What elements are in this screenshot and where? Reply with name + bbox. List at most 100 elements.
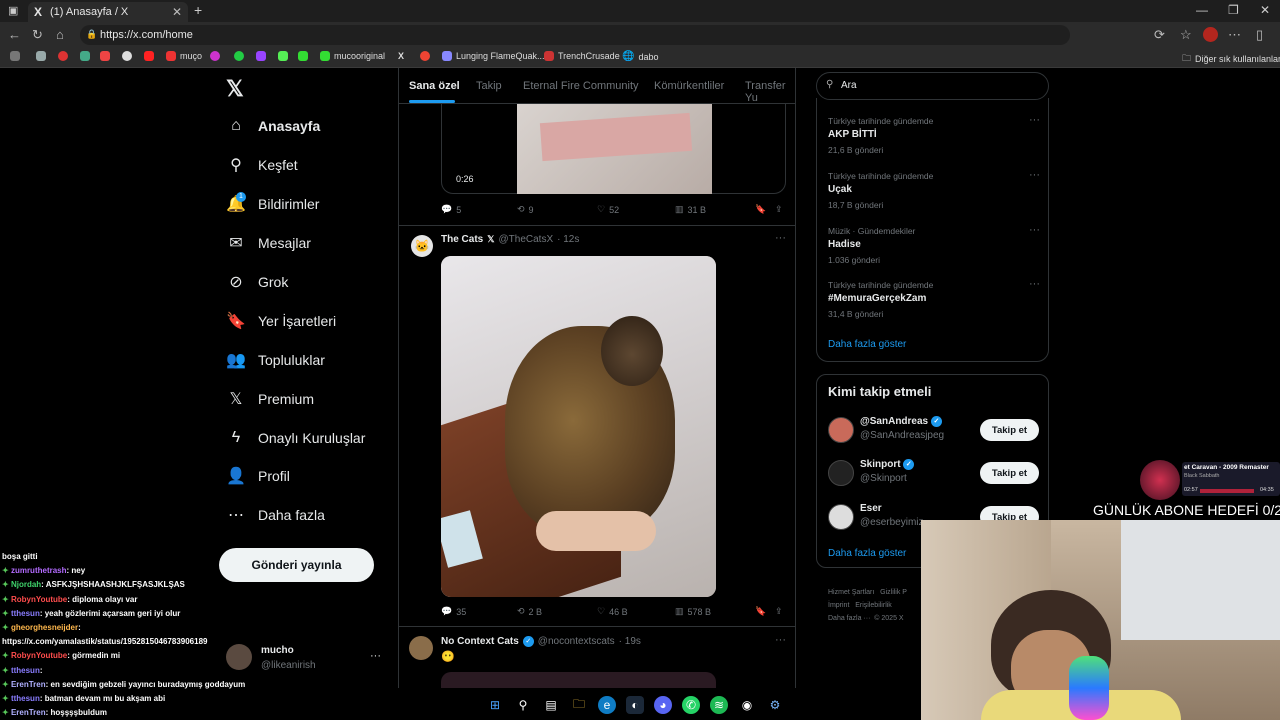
tab-komurkentliler[interactable]: Kömürkentliler [654, 80, 724, 92]
minimize-icon[interactable]: — [1196, 3, 1208, 17]
extensions-icon[interactable]: ⟳ [1154, 27, 1165, 43]
bookmark-icon-3[interactable] [58, 51, 68, 61]
post1-handle[interactable]: @TheCatsX [499, 234, 554, 245]
suggestion-avatar[interactable] [828, 460, 854, 486]
trends-show-more[interactable]: Daha fazla göster [828, 339, 906, 350]
post2-author[interactable]: No Context Cats [441, 636, 519, 647]
edge-icon[interactable]: e [598, 696, 616, 714]
start-icon[interactable]: ⊞ [486, 696, 504, 714]
bookmark-icon-9[interactable] [234, 51, 244, 61]
bookmark-icon-13[interactable] [420, 51, 430, 61]
post2-more-icon[interactable]: ··· [775, 634, 786, 646]
refresh-icon[interactable]: ↻ [32, 27, 43, 43]
sidebar-item-8[interactable]: ϟ Onaylı Kuruluşlar [226, 428, 366, 448]
trend-more-icon[interactable]: ··· [1029, 278, 1040, 290]
sidebar-toggle-icon[interactable]: ▯ [1256, 27, 1263, 43]
profile-avatar-icon[interactable] [1203, 27, 1218, 42]
discord-icon[interactable]: ◕ [654, 696, 672, 714]
whatsapp-icon[interactable]: ✆ [682, 696, 700, 714]
trend-more-icon[interactable]: ··· [1029, 224, 1040, 236]
sidebar-item-4[interactable]: ⊘ Grok [226, 272, 288, 292]
trend-item[interactable]: Türkiye tarihinde gündemde Uçak 18,7 B gön… [828, 169, 1040, 210]
steam-icon[interactable]: ◐ [626, 696, 644, 714]
post-button[interactable]: Gönderi yayınla [219, 548, 374, 582]
sidebar-item-0[interactable]: ⌂ Anasayfa [226, 116, 320, 136]
task-view-icon[interactable]: ▤ [542, 696, 560, 714]
account-avatar[interactable] [226, 644, 252, 670]
reply-count[interactable]: 💬 5 [441, 204, 461, 215]
bookmark-trenchcrusade[interactable]: TrenchCrusade [544, 51, 620, 61]
taskbar-search-icon[interactable]: ⚲ [514, 696, 532, 714]
follow-suggestion[interactable]: Skinport ✓ @Skinport Takip et [828, 458, 1040, 488]
view-count[interactable]: ▥ 31 B [675, 204, 706, 215]
bookmark-icon-5[interactable] [100, 51, 110, 61]
bookmark-lunging[interactable]: Lunging FlameQuak... [442, 51, 545, 61]
favorites-icon[interactable]: ☆ [1180, 27, 1192, 43]
post1-like[interactable]: ♡ 46 B [597, 606, 628, 617]
bookmark-icon-2[interactable] [36, 51, 46, 61]
url-bar[interactable]: 🔒 https://x.com/home [80, 25, 1070, 45]
file-explorer-icon[interactable]: 🗀 [570, 696, 588, 714]
tab-for-you[interactable]: Sana özel [409, 80, 460, 92]
new-tab-icon[interactable]: + [194, 2, 202, 18]
bookmark-post-icon[interactable]: 🔖 [755, 204, 766, 215]
sidebar-item-7[interactable]: 𝕏 Premium [226, 389, 314, 409]
suggestion-avatar[interactable] [828, 417, 854, 443]
the-cats-avatar[interactable]: 🐱 [411, 235, 433, 257]
maximize-icon[interactable]: ❐ [1228, 3, 1239, 17]
sidebar-item-1[interactable]: ⚲ Keşfet [226, 155, 298, 175]
tab-following[interactable]: Takip [476, 80, 502, 92]
tab-eternal-fire[interactable]: Eternal Fire Community [523, 80, 639, 92]
like-count[interactable]: ♡ 52 [597, 204, 619, 215]
tab-actions-icon[interactable]: ▣ [8, 4, 18, 17]
spotify-icon[interactable]: ≋ [710, 696, 728, 714]
share-icon[interactable]: ⇪ [775, 204, 783, 215]
nocontextcats-avatar[interactable] [409, 636, 433, 660]
search-input[interactable]: ⚲ Ara [816, 72, 1049, 100]
post1-share-icon[interactable]: ⇪ [775, 606, 783, 617]
footer-accessibility[interactable]: Erişilebilirlik [855, 602, 892, 609]
post1-views[interactable]: ▥ 578 B [675, 606, 711, 617]
post1-cat-image[interactable] [441, 256, 716, 597]
trend-more-icon[interactable]: ··· [1029, 114, 1040, 126]
browser-tab[interactable]: X (1) Anasayfa / X ✕ [28, 2, 188, 22]
sidebar-item-9[interactable]: 👤 Profil [226, 466, 290, 486]
bookmark-icon-6[interactable] [122, 51, 132, 61]
bookmark-icon-7[interactable] [144, 51, 154, 61]
trend-item[interactable]: Müzik · Gündemdekiler Hadise 1.036 gönderi… [828, 224, 1040, 265]
obs-icon[interactable]: ◉ [738, 696, 756, 714]
post2-handle[interactable]: @nocontextscats [538, 636, 615, 647]
sidebar-item-6[interactable]: 👥 Topluluklar [226, 350, 325, 370]
follow-suggestion[interactable]: @SanAndreas ✓ @SanAndreasjpeg Takip et [828, 415, 1040, 445]
footer-imprint[interactable]: İmprint [828, 602, 849, 609]
bookmark-icon-11[interactable] [278, 51, 288, 61]
back-icon[interactable]: ← [8, 27, 21, 42]
footer-more[interactable]: Daha fazla ··· [828, 615, 870, 622]
bookmark-icon-12[interactable] [298, 51, 308, 61]
post1-author[interactable]: The Cats [441, 234, 483, 245]
bookmark-icon-1[interactable] [10, 51, 20, 61]
sidebar-item-5[interactable]: 🔖 Yer İşaretleri [226, 311, 336, 331]
close-tab-icon[interactable]: ✕ [172, 5, 182, 19]
bookmark-icon-4[interactable] [80, 51, 90, 61]
footer-privacy[interactable]: Gizlilik P [880, 589, 907, 596]
follow-show-more[interactable]: Daha fazla göster [828, 548, 906, 559]
sidebar-item-10[interactable]: ⋯ Daha fazla [226, 505, 325, 525]
home-browser-icon[interactable]: ⌂ [56, 27, 64, 42]
post1-reply[interactable]: 💬 35 [441, 606, 466, 617]
repost-count[interactable]: ⟲ 9 [517, 204, 534, 215]
follow-button[interactable]: Takip et [980, 462, 1039, 484]
trend-more-icon[interactable]: ··· [1029, 169, 1040, 181]
post1-repost[interactable]: ⟲ 2 B [517, 606, 542, 617]
bookmark-dabo[interactable]: 🌐 dabo [622, 51, 658, 62]
suggestion-avatar[interactable] [828, 504, 854, 530]
sidebar-item-3[interactable]: ✉ Mesajlar [226, 233, 311, 253]
video-player[interactable]: 0:26 [441, 104, 786, 194]
x-home-logo-icon[interactable]: 𝕏 [226, 76, 244, 102]
bookmark-mucooriginal[interactable]: mucooriginal [320, 51, 385, 61]
close-window-icon[interactable]: ✕ [1260, 3, 1270, 17]
footer-terms[interactable]: Hizmet Şartları [828, 589, 874, 596]
other-bookmarks[interactable]: 🗀 Diğer sık kullanılanlar [1182, 51, 1280, 67]
follow-button[interactable]: Takip et [980, 419, 1039, 441]
post1-bookmark-icon[interactable]: 🔖 [755, 606, 766, 617]
